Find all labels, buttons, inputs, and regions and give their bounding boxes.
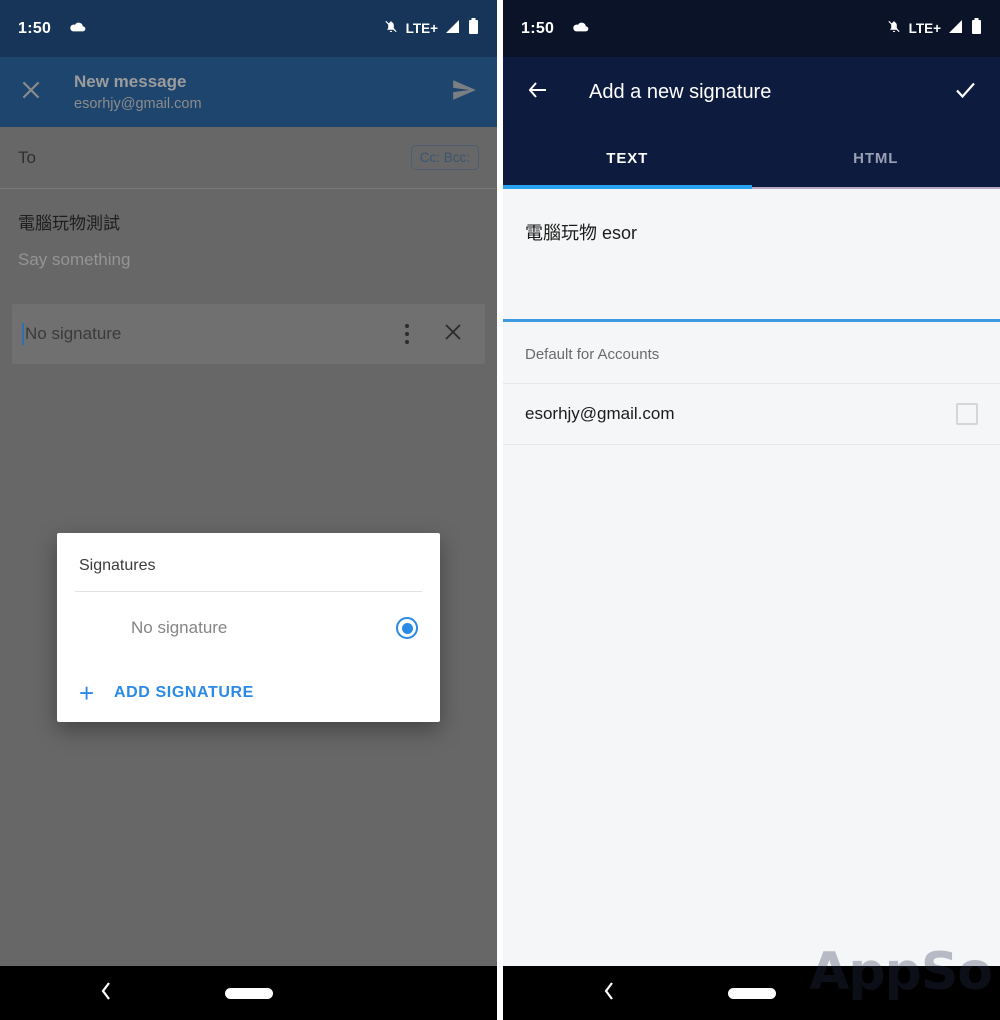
tab-inactive-underline: [751, 187, 1000, 189]
dialog-option-no-signature[interactable]: No signature: [57, 592, 440, 664]
tab-text[interactable]: TEXT: [503, 127, 752, 189]
signature-text-input[interactable]: 電腦玩物 esor: [503, 189, 1000, 319]
left-screen-compose: 1:50 LTE+ New message esorhjy@gmail.com: [0, 0, 497, 1020]
editor-tabs: TEXT HTML: [503, 127, 1000, 189]
signal-icon: [948, 19, 964, 39]
right-screen-signature-editor: 1:50 LTE+ Add a new signature TEXT HTML …: [503, 0, 1000, 1020]
radio-button-selected[interactable]: [396, 617, 418, 639]
compose-title: New message: [74, 71, 187, 91]
status-bar-left: 1:50 LTE+: [0, 0, 497, 57]
signature-app-bar: Add a new signature: [503, 57, 1000, 127]
signature-value: No signature: [25, 324, 122, 343]
more-vert-icon[interactable]: [405, 324, 409, 344]
nav-home-pill[interactable]: [727, 987, 776, 999]
signatures-dialog: Signatures No signature + ADD SIGNATURE: [57, 533, 440, 722]
compose-account: esorhjy@gmail.com: [74, 95, 202, 112]
dialog-title: Signatures: [79, 557, 156, 574]
status-bar-right: 1:50 LTE+: [503, 0, 1000, 57]
compose-body-dimmed: To Cc: Bcc: 電腦玩物測試 Say something No sign…: [0, 127, 497, 1020]
signature-editor-body: 電腦玩物 esor Default for Accounts esorhjy@g…: [503, 189, 1000, 1020]
signature-field[interactable]: No signature: [12, 304, 485, 364]
signal-icon: [445, 19, 461, 39]
plus-icon: +: [79, 678, 95, 708]
account-row[interactable]: esorhjy@gmail.com: [503, 383, 1000, 445]
nav-home-pill[interactable]: [224, 987, 273, 999]
option-label: No signature: [131, 618, 228, 637]
android-nav-bar-left: [0, 966, 497, 1020]
android-nav-bar-right: [503, 966, 1000, 1020]
page-title: Add a new signature: [589, 80, 772, 103]
network-type-label: LTE+: [405, 21, 438, 36]
status-time: 1:50: [521, 19, 555, 37]
section-header-default-accounts: Default for Accounts: [525, 346, 660, 363]
compose-titles: New message esorhjy@gmail.com: [74, 71, 202, 114]
nav-back-icon[interactable]: [99, 980, 113, 1006]
check-icon[interactable]: [952, 78, 978, 107]
notifications-off-icon: [886, 18, 902, 40]
to-label: To: [18, 147, 36, 167]
tab-html[interactable]: HTML: [752, 127, 1000, 189]
send-icon[interactable]: [449, 77, 479, 108]
status-time: 1:50: [18, 19, 52, 37]
status-icons: LTE+: [886, 17, 982, 40]
compose-app-bar: New message esorhjy@gmail.com: [0, 57, 497, 127]
tab-active-indicator: [503, 185, 752, 189]
message-body-placeholder[interactable]: Say something: [0, 234, 497, 270]
account-email: esorhjy@gmail.com: [525, 404, 675, 423]
network-type-label: LTE+: [908, 21, 941, 36]
add-signature-button[interactable]: + ADD SIGNATURE: [57, 664, 440, 722]
close-icon[interactable]: [441, 320, 465, 349]
close-icon[interactable]: [18, 77, 44, 108]
signature-field-actions: [405, 320, 475, 349]
cloud-icon: [67, 19, 87, 38]
cloud-icon: [570, 19, 590, 38]
arrow-back-icon[interactable]: [525, 78, 551, 107]
checkbox-unchecked[interactable]: [956, 403, 978, 425]
nav-back-icon[interactable]: [602, 980, 616, 1006]
cc-bcc-button[interactable]: Cc: Bcc:: [410, 145, 479, 170]
battery-icon: [971, 17, 982, 40]
add-signature-label: ADD SIGNATURE: [114, 684, 254, 701]
battery-icon: [468, 17, 479, 40]
status-icons: LTE+: [383, 17, 479, 40]
to-row[interactable]: To Cc: Bcc:: [0, 127, 497, 189]
notifications-off-icon: [383, 18, 399, 40]
text-caret: [22, 323, 24, 345]
subject-field[interactable]: 電腦玩物測試: [0, 189, 497, 234]
